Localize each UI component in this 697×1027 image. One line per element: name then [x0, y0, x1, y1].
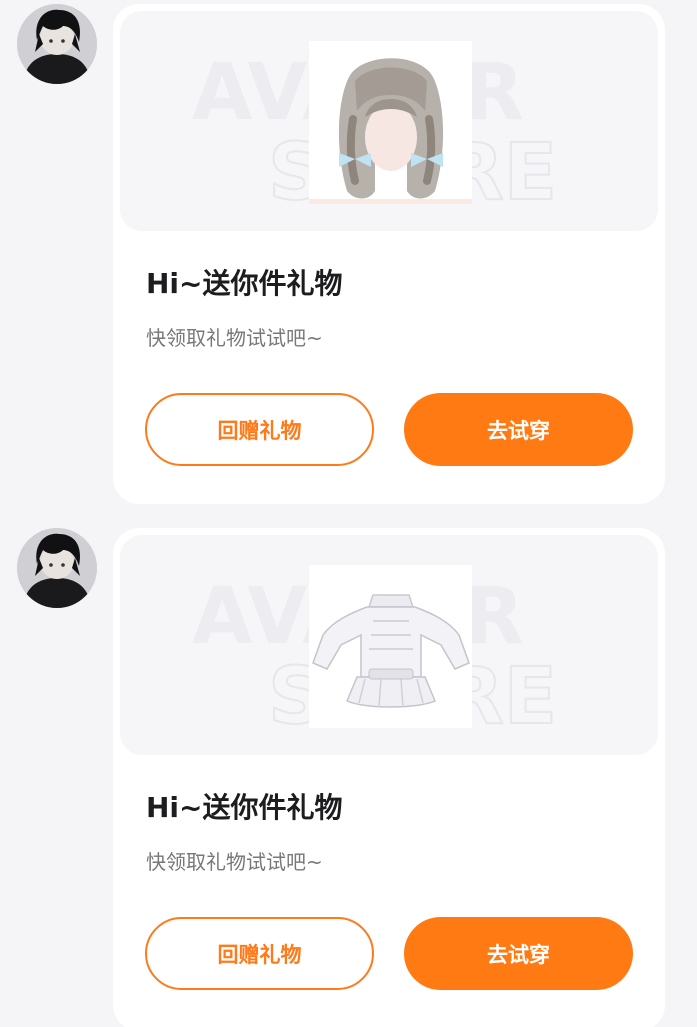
try-on-button[interactable]: 去试穿 [404, 917, 633, 990]
user-avatar-icon [17, 528, 97, 608]
item-preview[interactable]: AVATAR STORE [120, 11, 658, 231]
gift-title: Hi~送你件礼物 [146, 791, 343, 824]
hairstyle-item-image [309, 41, 472, 204]
item-preview[interactable]: AVATAR STORE [120, 535, 658, 755]
shirt-icon [309, 565, 472, 728]
sender-avatar[interactable] [17, 528, 97, 608]
gift-message-feed: AVATAR STORE [0, 0, 697, 1027]
gift-subtitle: 快领取礼物试试吧~ [146, 326, 323, 350]
gift-subtitle: 快领取礼物试试吧~ [146, 850, 323, 874]
hairstyle-icon [309, 41, 472, 204]
return-gift-button[interactable]: 回赠礼物 [145, 917, 374, 990]
try-on-button[interactable]: 去试穿 [404, 393, 633, 466]
user-avatar-icon [17, 4, 97, 84]
gift-card: AVATAR STORE [113, 4, 665, 504]
gift-card: AVATAR STORE Hi~送你件礼物 快领取礼物试试吧 [113, 528, 665, 1027]
top-outfit-item-image [309, 565, 472, 728]
gift-title: Hi~送你件礼物 [146, 267, 343, 300]
return-gift-button[interactable]: 回赠礼物 [145, 393, 374, 466]
sender-avatar[interactable] [17, 4, 97, 84]
